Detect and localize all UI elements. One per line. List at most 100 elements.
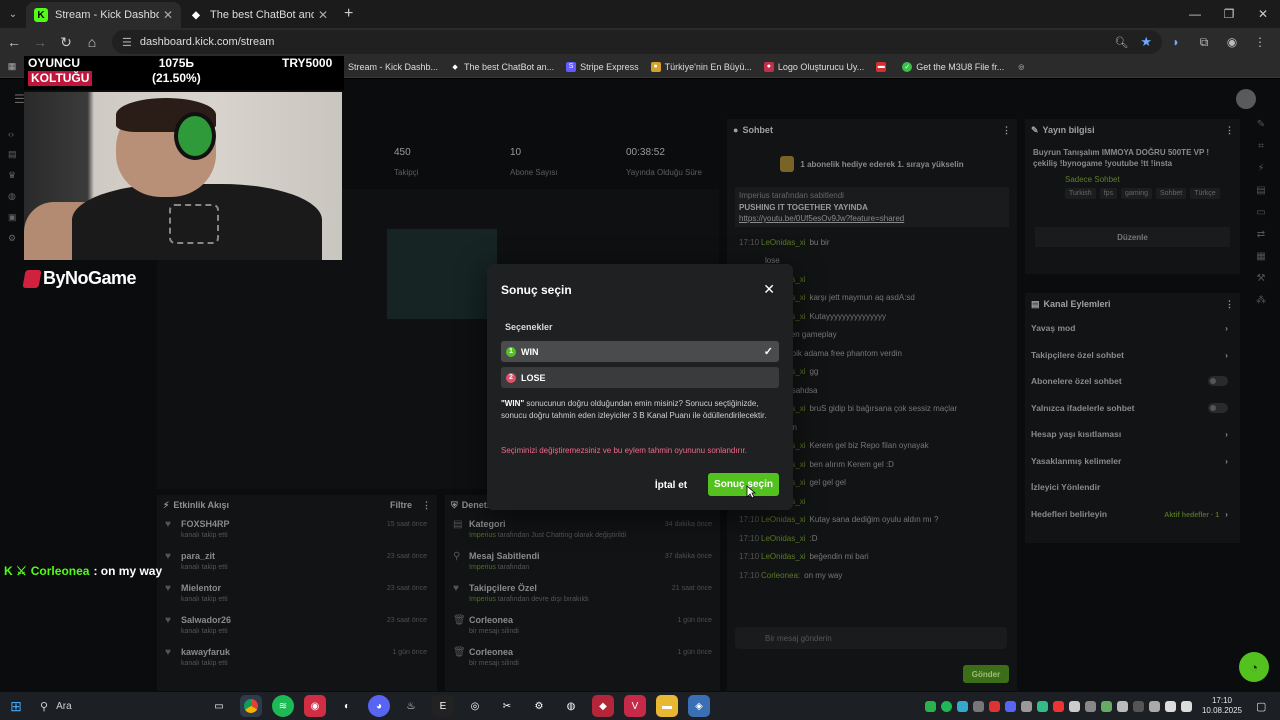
action-slow-mode[interactable]: Yavaş mod › xyxy=(1025,315,1240,342)
spotify-icon[interactable]: ≋ xyxy=(272,695,294,717)
extensions-puzzle-icon[interactable]: ⧉ xyxy=(1190,35,1218,50)
tray-app-icon[interactable] xyxy=(1036,700,1048,712)
action-subs-only[interactable]: Abonelere özel sohbet xyxy=(1025,368,1240,395)
nav-icon[interactable]: ▤ xyxy=(8,149,24,160)
url-field[interactable]: ☰ dashboard.kick.com/stream 🔍︎ ★ xyxy=(112,30,1162,54)
notification-icon[interactable]: ▢ xyxy=(1256,700,1272,713)
tray-app-icon[interactable] xyxy=(924,700,936,712)
nav-icon[interactable]: ‹› xyxy=(8,129,24,139)
clock[interactable]: 17:10 10.08.2025 xyxy=(1202,696,1242,716)
volume-icon[interactable] xyxy=(1180,700,1192,712)
tray-app-icon[interactable] xyxy=(972,700,984,712)
chat-input[interactable]: Bir mesaj gönderin xyxy=(735,627,1007,649)
bookmark-item[interactable]: KStream - Kick Dashb... xyxy=(334,61,438,72)
rail-icon[interactable]: ⁂ xyxy=(1256,295,1266,306)
action-banned-words[interactable]: Yasaklanmış kelimeler › xyxy=(1025,448,1240,475)
wrench-icon[interactable]: ⚒ xyxy=(1257,273,1266,284)
home-icon[interactable]: ⌂ xyxy=(80,30,104,54)
item-name[interactable]: kawayfaruk xyxy=(181,647,230,657)
reload-icon[interactable]: ↻ xyxy=(54,30,78,54)
item-user[interactable]: Imperius xyxy=(469,596,496,603)
discord-icon[interactable]: ◕ xyxy=(368,695,390,717)
tab-kick-dashboard[interactable]: K Stream - Kick Dashboard ✕ xyxy=(26,2,181,28)
edit-button[interactable]: Düzenle xyxy=(1035,227,1230,247)
message-username[interactable]: LeOnidas_xi xyxy=(761,534,805,543)
tray-app-icon[interactable] xyxy=(988,700,1000,712)
epic-games-icon[interactable]: E xyxy=(432,695,454,717)
tray-app-icon[interactable] xyxy=(1052,700,1064,712)
message-username[interactable]: LeOnidas_xi xyxy=(761,552,805,561)
toggle-switch[interactable] xyxy=(1208,402,1228,413)
site-info-icon[interactable]: ☰ xyxy=(122,36,132,49)
stream-category[interactable]: Sadece Sohbet xyxy=(1025,175,1240,184)
settings-icon[interactable]: ⚙ xyxy=(8,233,24,244)
filter-button[interactable]: Filtre xyxy=(390,500,412,510)
message-username[interactable]: Corleonea: xyxy=(761,571,800,580)
tab-search-icon[interactable]: ⌄ xyxy=(0,0,26,28)
item-name[interactable]: Corleonea xyxy=(469,647,519,657)
steam-icon[interactable]: ♨ xyxy=(400,695,422,717)
wifi-icon[interactable] xyxy=(1164,700,1176,712)
toggle-switch[interactable] xyxy=(1208,376,1228,387)
back-icon[interactable]: ← xyxy=(2,30,26,54)
chat-bubble-icon[interactable]: ▭ xyxy=(1256,207,1265,218)
action-goals[interactable]: Hedefleri belirleyin Aktif hedefler · 1 › xyxy=(1025,501,1240,528)
bookmark-item[interactable]: ◆ The best ChatBot an... xyxy=(450,62,554,72)
tray-app-icon[interactable] xyxy=(956,700,968,712)
tray-app-icon[interactable] xyxy=(1068,700,1080,712)
tray-spotify-icon[interactable] xyxy=(940,700,952,712)
close-window-icon[interactable]: ✕ xyxy=(1246,0,1280,28)
nav-icon[interactable]: ◍ xyxy=(8,191,24,202)
bookmark-item[interactable]: ✓ Get the M3U8 File fr... xyxy=(902,61,1004,72)
bookmark-item[interactable]: ◎ xyxy=(1016,62,1030,72)
zoom-icon[interactable]: 🔍︎ xyxy=(1114,36,1128,49)
windows-start-icon[interactable]: ⊞ xyxy=(0,692,32,720)
item-name[interactable]: Salwador26 xyxy=(181,615,231,625)
trophy-icon[interactable]: ♛ xyxy=(8,170,24,181)
tray-app-icon[interactable] xyxy=(1116,700,1128,712)
avatar[interactable] xyxy=(1236,89,1256,109)
item-name[interactable]: FOXSH4RP xyxy=(181,519,230,529)
cancel-button[interactable]: İptal et xyxy=(647,474,695,496)
chrome-icon[interactable] xyxy=(240,695,262,717)
app-icon[interactable]: ◉ xyxy=(304,695,326,717)
extension-icon[interactable]: ◗ xyxy=(1162,35,1190,49)
action-followers-only[interactable]: Takipçilere özel sohbet › xyxy=(1025,342,1240,369)
app-icon[interactable]: ◆ xyxy=(592,695,614,717)
bookmark-item[interactable]: ▬ xyxy=(876,61,890,72)
rail-icon[interactable]: ⌗ xyxy=(1258,141,1264,152)
app-icon[interactable]: ◈ xyxy=(688,695,710,717)
settings-gear-icon[interactable]: ⚙ xyxy=(528,695,550,717)
pinned-link[interactable]: https://youtu.be/0Uf5esOv9Jw?feature=sha… xyxy=(739,214,1005,223)
tray-discord-icon[interactable] xyxy=(1004,700,1016,712)
item-name[interactable]: Corleonea xyxy=(469,615,519,625)
support-chat-icon[interactable]: ◔ xyxy=(1239,652,1269,682)
action-account-age[interactable]: Hesap yaşı kısıtlaması › xyxy=(1025,421,1240,448)
bolt-icon[interactable]: ⚡︎ xyxy=(1257,163,1264,174)
tray-app-icon[interactable] xyxy=(1084,700,1096,712)
option-lose[interactable]: 2 LOSE xyxy=(501,367,779,388)
bookmark-item[interactable]: ● Logo Oluşturucu Uy... xyxy=(763,61,864,72)
message-username[interactable]: LeOnidas_xi xyxy=(761,515,805,524)
confirm-outcome-button[interactable]: Sonuç seçin xyxy=(708,473,779,496)
tray-app-icon[interactable] xyxy=(1132,700,1144,712)
kebab-icon[interactable]: ⋮ xyxy=(1002,125,1011,136)
taskbar-search[interactable]: ⚲ Ara xyxy=(32,695,162,717)
valorant-icon[interactable]: V xyxy=(624,695,646,717)
gift-sub-promo[interactable]: 1 abonelik hediye ederek 1. sıraya yükse… xyxy=(735,147,1009,181)
option-win[interactable]: 1 WIN ✓ xyxy=(501,341,779,362)
nav-icon[interactable]: ▣ xyxy=(8,212,24,223)
close-icon[interactable]: ✕ xyxy=(763,281,775,298)
tray-chevron-icon[interactable] xyxy=(1148,700,1160,712)
profile-avatar-icon[interactable]: ◉ xyxy=(1218,35,1246,49)
bookmark-star-icon[interactable]: ★ xyxy=(1140,34,1152,50)
action-redirect[interactable]: İzleyici Yönlendir xyxy=(1025,474,1240,501)
item-name[interactable]: para_zit xyxy=(181,551,228,561)
minimize-icon[interactable]: — xyxy=(1178,0,1212,28)
file-explorer-icon[interactable]: ▬ xyxy=(656,695,678,717)
tab-chatbot[interactable]: ◆ The best ChatBot and Widgets ✕ xyxy=(181,2,336,28)
close-tab-icon[interactable]: ✕ xyxy=(318,8,328,22)
forward-icon[interactable]: → xyxy=(28,30,52,54)
menu-kebab-icon[interactable]: ⋮ xyxy=(1246,35,1274,49)
kebab-icon[interactable]: ⋮ xyxy=(422,500,431,511)
